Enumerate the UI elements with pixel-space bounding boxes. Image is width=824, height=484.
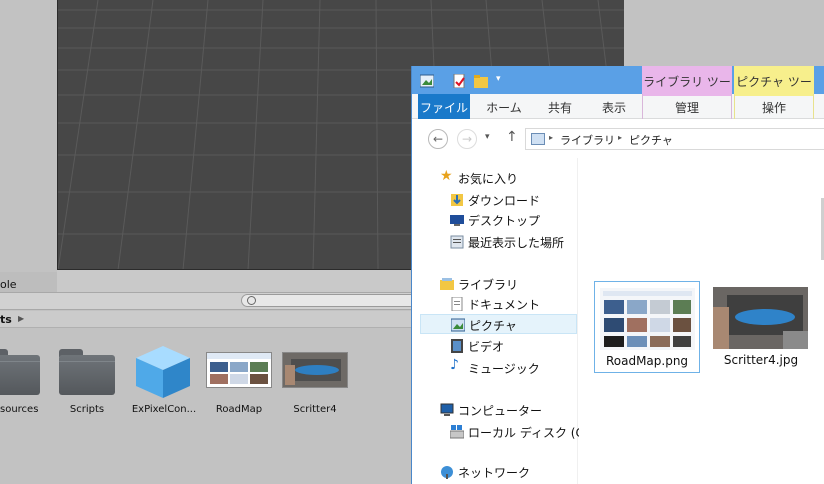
library-icon [440,278,454,290]
context-group-picture [734,94,814,119]
drive-icon [450,425,464,439]
tab-home[interactable]: ホーム [476,94,532,119]
picture-library-icon [531,133,545,145]
folder-icon[interactable] [0,349,40,395]
up-arrow-icon[interactable]: ↑ [506,129,518,145]
asset-label-roadmap: RoadMap [215,404,263,415]
desktop-icon [450,215,464,226]
address-bar[interactable]: ▸ ライブラリ ▸ ピクチャ [525,128,824,150]
asset-label-expixelcon: ExPixelCon... [131,404,197,415]
address-separator: ▸ [618,133,623,142]
tab-file[interactable]: ファイル [418,94,470,119]
address-separator: ▸ [549,133,554,142]
asset-label-scritter4: Scritter4 [293,404,337,415]
address-row: ← → ▾ ↑ ▸ ライブラリ ▸ ピクチャ [412,120,824,158]
asset-label-scripts: Scripts [69,404,105,415]
project-breadcrumb: ts ▶ [0,311,412,328]
scritter4-thumbnail[interactable] [282,352,348,388]
music-note-icon: ♪ [450,357,459,373]
explorer-titlebar: ▾ ライブラリ ツール ピクチャ ツール [412,66,824,106]
tab-share[interactable]: 共有 [534,94,586,119]
file-name: RoadMap.png [605,354,689,368]
context-group-library [642,94,732,119]
pictures-icon [451,318,465,332]
roadmap-thumbnail[interactable] [206,352,272,388]
picture-library-icon [419,73,435,88]
console-tab-label: ole [0,278,17,291]
window-controls [814,66,824,94]
downloads-icon [451,194,463,206]
context-tab-picture-tools: ピクチャ ツール [734,66,814,106]
address-segment-library[interactable]: ライブラリ [560,132,615,148]
file-tile-roadmap[interactable]: RoadMap.png [594,281,700,373]
nav-item-pictures[interactable]: ピクチャ [420,314,577,334]
qat-dropdown-icon[interactable]: ▾ [496,74,510,88]
navigation-pane: ★ お気に入り ダウンロード デスクトップ 最近表示した場所 ライブラリ ドキュ… [412,158,593,484]
forward-button[interactable]: → [457,129,477,149]
search-icon [247,296,256,305]
unity-left-panel [0,0,57,270]
context-tab-library-tools: ライブラリ ツール [642,66,732,106]
project-search-input[interactable] [241,294,412,307]
breadcrumb-arrow-icon: ▶ [18,314,25,323]
asset-label-resources: sources [0,404,39,415]
recent-places-icon [450,235,464,249]
explorer-window: ▾ ライブラリ ツール ピクチャ ツール ファイル ホーム 共有 表示 管理 操… [411,66,824,484]
video-icon [451,339,463,353]
computer-icon [440,403,454,416]
recent-locations-chevron-down-icon[interactable]: ▾ [485,132,490,142]
document-icon [451,297,463,311]
unity-panel-divider [57,270,412,294]
cube-prefab-icon[interactable] [134,344,192,400]
new-folder-icon[interactable] [474,73,488,88]
breadcrumb-label[interactable]: ts [0,313,12,326]
console-tab[interactable]: ole [0,272,57,294]
roadmap-thumbnail [600,288,695,350]
star-icon: ★ [440,168,453,184]
network-icon [441,466,453,479]
back-button[interactable]: ← [428,129,448,149]
properties-icon[interactable] [452,73,466,89]
address-segment-pictures[interactable]: ピクチャ [629,132,673,148]
scritter4-thumbnail [713,287,808,349]
tab-view[interactable]: 表示 [588,94,640,119]
file-name: Scritter4.jpg [723,353,799,367]
file-list-pane: RoadMap.png Scritter4.jpg [579,158,824,484]
folder-icon[interactable] [59,349,115,395]
file-tile-scritter4[interactable]: Scritter4.jpg [708,281,814,373]
